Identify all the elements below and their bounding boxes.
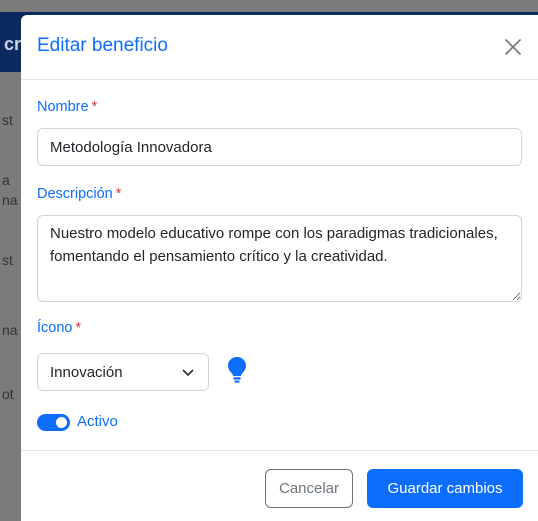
active-toggle[interactable] — [37, 414, 70, 431]
toggle-knob — [56, 417, 67, 428]
active-label: Activo — [77, 413, 118, 430]
background-text: ot — [2, 386, 14, 402]
icon-select-value: Innovación — [50, 364, 123, 381]
name-label-text: Nombre — [37, 99, 89, 115]
chevron-down-icon — [182, 369, 194, 376]
edit-benefit-modal: Editar beneficio Nombre* Descripción* Nu… — [21, 15, 538, 521]
lightbulb-icon — [228, 357, 246, 383]
footer-divider — [21, 450, 538, 451]
background-header-text: cr — [4, 34, 22, 54]
modal-header: Editar beneficio — [21, 15, 538, 80]
icon-label: Ícono * — [37, 320, 81, 336]
cancel-button[interactable]: Cancelar — [265, 469, 353, 508]
description-label: Descripción * — [37, 186, 121, 202]
icon-label-text: Ícono — [37, 320, 73, 336]
description-textarea[interactable]: Nuestro modelo educativo rompe con los p… — [37, 215, 522, 302]
required-mark: * — [91, 99, 98, 115]
background-text: st — [2, 252, 13, 268]
icon-select[interactable]: Innovación — [37, 353, 209, 391]
background-text: a — [2, 172, 10, 188]
modal-title: Editar beneficio — [37, 35, 168, 56]
save-changes-button[interactable]: Guardar cambios — [367, 469, 523, 508]
background-text: na — [2, 192, 18, 208]
background-text: st — [2, 112, 13, 128]
background-text: na — [2, 322, 18, 338]
name-label: Nombre * — [37, 99, 97, 115]
close-button[interactable] — [499, 33, 527, 61]
name-input[interactable] — [37, 128, 522, 166]
required-mark: * — [115, 186, 122, 202]
required-mark: * — [75, 320, 82, 336]
description-label-text: Descripción — [37, 186, 113, 202]
close-icon — [505, 39, 521, 55]
